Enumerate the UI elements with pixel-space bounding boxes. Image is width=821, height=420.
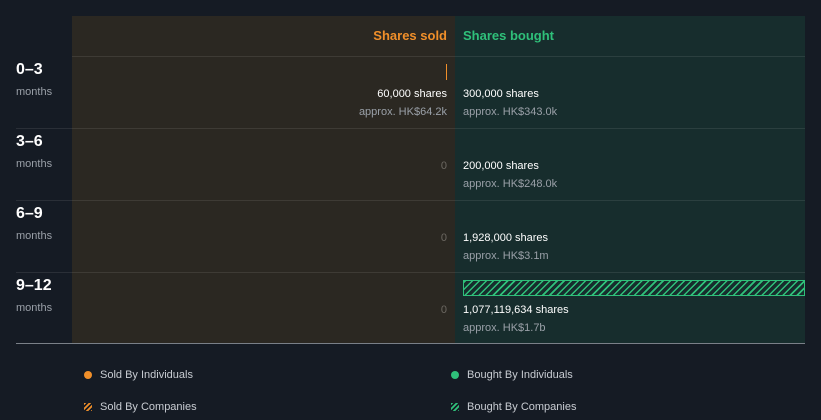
bought-shares-9-12: 1,077,119,634 shares [463,304,569,316]
bought-approx-3-6: approx. HK$248.0k [463,178,558,190]
row-divider [72,56,805,57]
legend-hatch-icon [84,403,92,411]
legend-label: Bought By Companies [467,401,577,413]
bar-sold-individuals-0-3 [446,64,447,80]
row-divider [16,128,72,129]
legend-dot-icon [451,371,459,379]
period-label-6-9: 6–9 [16,205,43,222]
bottom-axis-line [16,343,805,344]
legend-bought-companies: Bought By Companies [451,401,576,413]
bought-approx-6-9: approx. HK$3.1m [463,250,549,262]
legend-bought-individuals: Bought By Individuals [451,369,573,381]
sold-panel [72,16,455,343]
period-label-9-12: 9–12 [16,277,52,294]
legend-sold-individuals: Sold By Individuals [84,369,193,381]
period-unit: months [16,86,53,98]
legend-label: Sold By Individuals [100,369,193,381]
shares-sold-header: Shares sold [373,28,447,43]
bought-approx-9-12: approx. HK$1.7b [463,322,546,334]
sold-approx-0-3: approx. HK$64.2k [358,106,447,118]
bought-shares-6-9: 1,928,000 shares [463,232,549,244]
legend-label: Bought By Individuals [467,369,573,381]
legend-hatch-icon [451,403,459,411]
period-unit: months [16,302,53,314]
bar-bought-companies-9-12 [463,280,805,296]
period-label-3-6: 3–6 [16,133,43,150]
row-divider [72,128,805,129]
row-divider [72,200,805,201]
legend-sold-companies: Sold By Companies [84,401,197,413]
bought-shares-3-6: 200,000 shares [463,160,539,172]
legend-dot-icon [84,371,92,379]
period-unit: months [16,230,53,242]
period-unit: months [16,158,53,170]
sold-zero-9-12: 0 [440,304,447,316]
bought-approx-0-3: approx. HK$343.0k [463,106,558,118]
shares-bought-header: Shares bought [463,28,555,43]
sold-zero-3-6: 0 [440,160,447,172]
sold-zero-6-9: 0 [440,232,447,244]
row-divider [72,272,805,273]
sold-shares-0-3: 60,000 shares [377,88,447,100]
row-divider [16,272,72,273]
legend-label: Sold By Companies [100,401,197,413]
row-divider [16,200,72,201]
bought-shares-0-3: 300,000 shares [463,88,539,100]
period-label-0-3: 0–3 [16,61,43,78]
